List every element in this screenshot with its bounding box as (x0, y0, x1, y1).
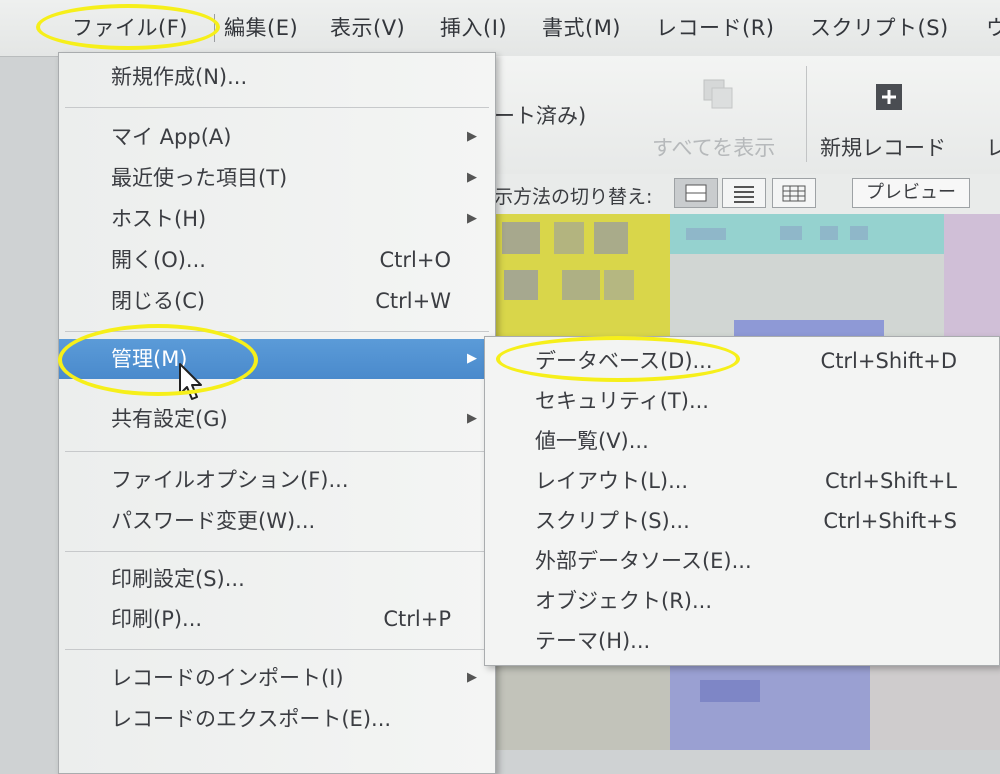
menu-separator (65, 451, 489, 452)
menu-item-open[interactable]: 開く(O)... Ctrl+O (59, 240, 493, 280)
menu-divider (214, 14, 215, 42)
sort-status-text: ート済み) (494, 104, 587, 128)
preview-button[interactable]: プレビュー (852, 178, 970, 208)
menu-bar: ファイル(F) 編集(E) 表示(V) 挿入(I) 書式(M) レコード(R) … (0, 0, 1000, 57)
submenu-item-database[interactable]: データベース(D)... Ctrl+Shift+D (485, 341, 999, 381)
menu-separator (65, 331, 489, 332)
view-switch-bar: 示方法の切り替え: プレビュー (490, 174, 1000, 214)
menu-window[interactable]: ウ (986, 12, 1000, 42)
submenu-arrow-icon: ▶ (467, 211, 477, 226)
menu-records[interactable]: レコード(R) (656, 12, 774, 42)
table-view-icon (782, 185, 806, 202)
status-toolbar: ート済み) すべてを表示 新規レコード レ (490, 56, 1000, 175)
menu-item-new[interactable]: 新規作成(N)... (59, 57, 493, 97)
submenu-item-external-data-sources[interactable]: 外部データソース(E)... (485, 541, 999, 581)
menu-edit[interactable]: 編集(E) (224, 12, 298, 42)
menu-separator (65, 649, 489, 650)
menu-item-recent[interactable]: 最近使った項目(T) ▶ (59, 158, 493, 198)
mouse-pointer-icon (178, 362, 204, 406)
submenu-arrow-icon: ▶ (467, 411, 477, 426)
menu-item-export-records[interactable]: レコードのエクスポート(E)... (59, 699, 493, 739)
menu-item-sharing[interactable]: 共有設定(G) ▶ (59, 399, 493, 439)
menu-insert[interactable]: 挿入(I) (440, 12, 507, 42)
show-all-icon (702, 78, 734, 110)
form-view-icon (685, 184, 707, 202)
submenu-item-layouts[interactable]: レイアウト(L)... Ctrl+Shift+L (485, 461, 999, 501)
menu-file[interactable]: ファイル(F) (72, 12, 188, 42)
menu-view[interactable]: 表示(V) (330, 12, 405, 42)
menu-item-hosts[interactable]: ホスト(H) ▶ (59, 199, 493, 239)
submenu-arrow-icon: ▶ (467, 670, 477, 685)
menu-item-manage[interactable]: 管理(M) ▶ (59, 339, 493, 379)
submenu-arrow-icon: ▶ (467, 170, 477, 185)
menu-format[interactable]: 書式(M) (542, 12, 621, 42)
view-switch-label: 示方法の切り替え: (494, 186, 653, 208)
submenu-item-value-lists[interactable]: 値一覧(V)... (485, 421, 999, 461)
file-menu-dropdown: 新規作成(N)... マイ App(A) ▶ 最近使った項目(T) ▶ ホスト(H)… (58, 52, 496, 774)
menu-item-print-setup[interactable]: 印刷設定(S)... (59, 559, 493, 599)
list-view-button[interactable] (722, 178, 766, 208)
menu-separator (65, 107, 489, 108)
show-all-button[interactable]: すべてを表示 (652, 132, 775, 162)
form-view-button[interactable] (674, 178, 718, 208)
submenu-item-scripts[interactable]: スクリプト(S)... Ctrl+Shift+S (485, 501, 999, 541)
toolbar-divider (806, 66, 807, 162)
menu-scripts[interactable]: スクリプト(S) (810, 12, 949, 42)
manage-submenu: データベース(D)... Ctrl+Shift+D セキュリティ(T)... 値一… (484, 336, 1000, 666)
menu-item-import-records[interactable]: レコードのインポート(I) ▶ (59, 658, 493, 698)
menu-separator (65, 551, 489, 552)
menu-item-change-password[interactable]: パスワード変更(W)... (59, 501, 493, 541)
submenu-item-security[interactable]: セキュリティ(T)... (485, 381, 999, 421)
plus-icon (876, 84, 902, 110)
new-record-button[interactable]: 新規レコード (820, 132, 946, 162)
toolbar-cutoff-label: レ (986, 136, 1000, 160)
menu-item-print[interactable]: 印刷(P)... Ctrl+P (59, 599, 493, 639)
submenu-arrow-icon: ▶ (467, 129, 477, 144)
list-view-icon (734, 186, 754, 203)
submenu-item-objects[interactable]: オブジェクト(R)... (485, 581, 999, 621)
menu-item-close[interactable]: 閉じる(C) Ctrl+W (59, 281, 493, 321)
submenu-item-themes[interactable]: テーマ(H)... (485, 621, 999, 661)
submenu-arrow-icon: ▶ (467, 351, 477, 366)
table-view-button[interactable] (772, 178, 816, 208)
menu-item-my-apps[interactable]: マイ App(A) ▶ (59, 117, 493, 157)
menu-item-file-options[interactable]: ファイルオプション(F)... (59, 460, 493, 500)
